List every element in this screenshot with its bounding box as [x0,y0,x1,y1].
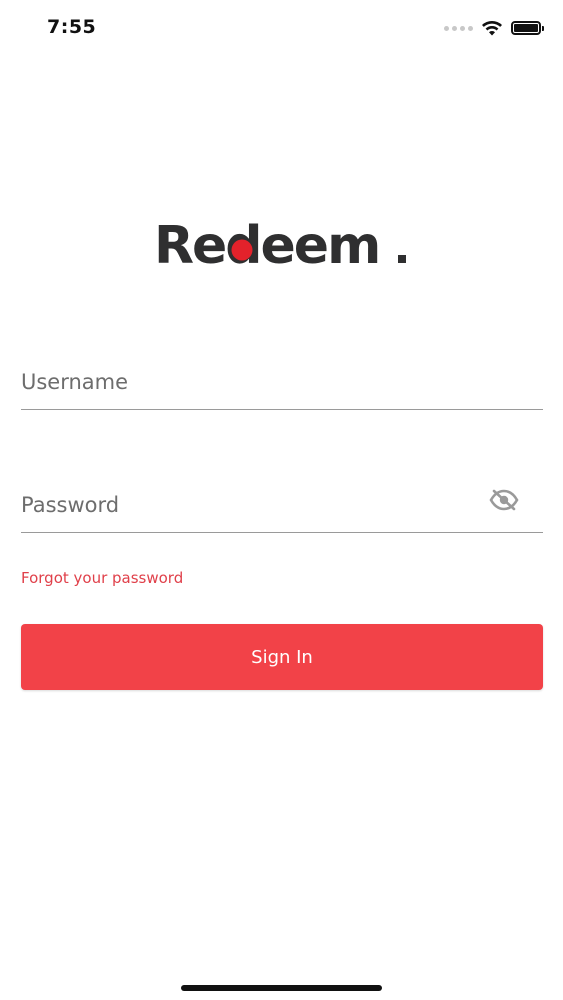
status-bar: 7:55 [0,0,563,56]
battery-icon [511,21,544,35]
redeem-logo: Redeem [0,208,563,278]
status-icons [444,18,544,38]
forgot-password-link[interactable]: Forgot your password [21,569,183,587]
password-field-container [21,478,543,533]
home-indicator[interactable] [181,985,382,991]
sign-in-button[interactable]: Sign In [21,624,543,690]
password-input[interactable] [21,478,543,532]
username-field-container [21,355,543,410]
cellular-signal-icon [444,25,473,31]
username-input[interactable] [21,355,543,409]
svg-text:Redeem: Redeem [154,216,379,276]
status-time: 7:55 [47,16,97,38]
eye-off-icon[interactable] [487,488,521,512]
wifi-icon [482,21,502,36]
